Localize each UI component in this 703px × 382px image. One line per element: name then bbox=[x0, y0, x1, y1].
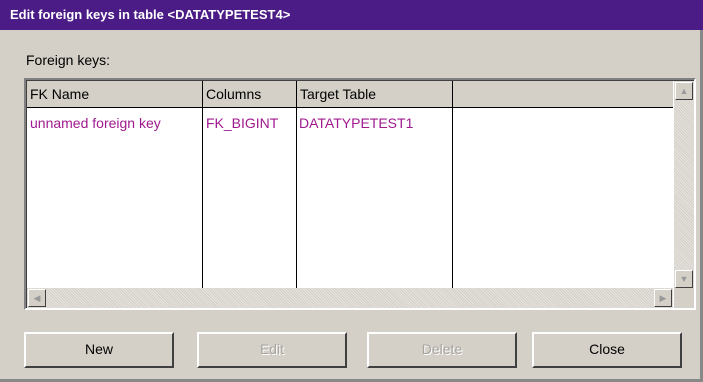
edit-button-label: Edit bbox=[259, 341, 285, 357]
foreign-keys-list[interactable]: FK Name Columns Target Table unnamed for… bbox=[24, 78, 696, 310]
arrow-down-icon[interactable]: ▼ bbox=[675, 270, 693, 288]
arrow-right-icon[interactable]: ▶ bbox=[654, 289, 672, 307]
column-header-columns[interactable]: Columns bbox=[203, 81, 297, 108]
table-row-cell-columns[interactable]: FK_BIGINT bbox=[206, 115, 278, 131]
arrow-left-icon[interactable]: ◀ bbox=[28, 289, 46, 307]
new-button-label: New bbox=[84, 341, 113, 357]
scrollbar-corner bbox=[674, 288, 694, 308]
delete-button[interactable]: Delete bbox=[367, 332, 517, 368]
close-button-label: Close bbox=[589, 341, 625, 357]
column-divider bbox=[202, 108, 203, 288]
column-header-fk-name[interactable]: FK Name bbox=[27, 81, 203, 108]
window-title: Edit foreign keys in table <DATATYPETEST… bbox=[0, 0, 703, 30]
table-row-cell-fk-name[interactable]: unnamed foreign key bbox=[30, 115, 161, 131]
column-divider bbox=[452, 108, 453, 288]
delete-button-label: Delete bbox=[421, 341, 463, 357]
edit-button[interactable]: Edit bbox=[197, 332, 347, 368]
horizontal-scrollbar[interactable]: ◀ ▶ bbox=[27, 288, 673, 308]
vertical-scrollbar[interactable]: ▲ ▼ bbox=[674, 81, 694, 289]
arrow-up-icon[interactable]: ▲ bbox=[675, 82, 693, 100]
new-button[interactable]: New bbox=[24, 332, 174, 368]
close-button[interactable]: Close bbox=[532, 332, 682, 368]
table-row-cell-target-table[interactable]: DATATYPETEST1 bbox=[299, 115, 413, 131]
column-divider bbox=[296, 108, 297, 288]
list-inner: FK Name Columns Target Table unnamed for… bbox=[26, 80, 694, 308]
column-header-empty bbox=[453, 81, 673, 108]
column-header-target-table[interactable]: Target Table bbox=[297, 81, 453, 108]
foreign-keys-label: Foreign keys: bbox=[26, 52, 111, 68]
